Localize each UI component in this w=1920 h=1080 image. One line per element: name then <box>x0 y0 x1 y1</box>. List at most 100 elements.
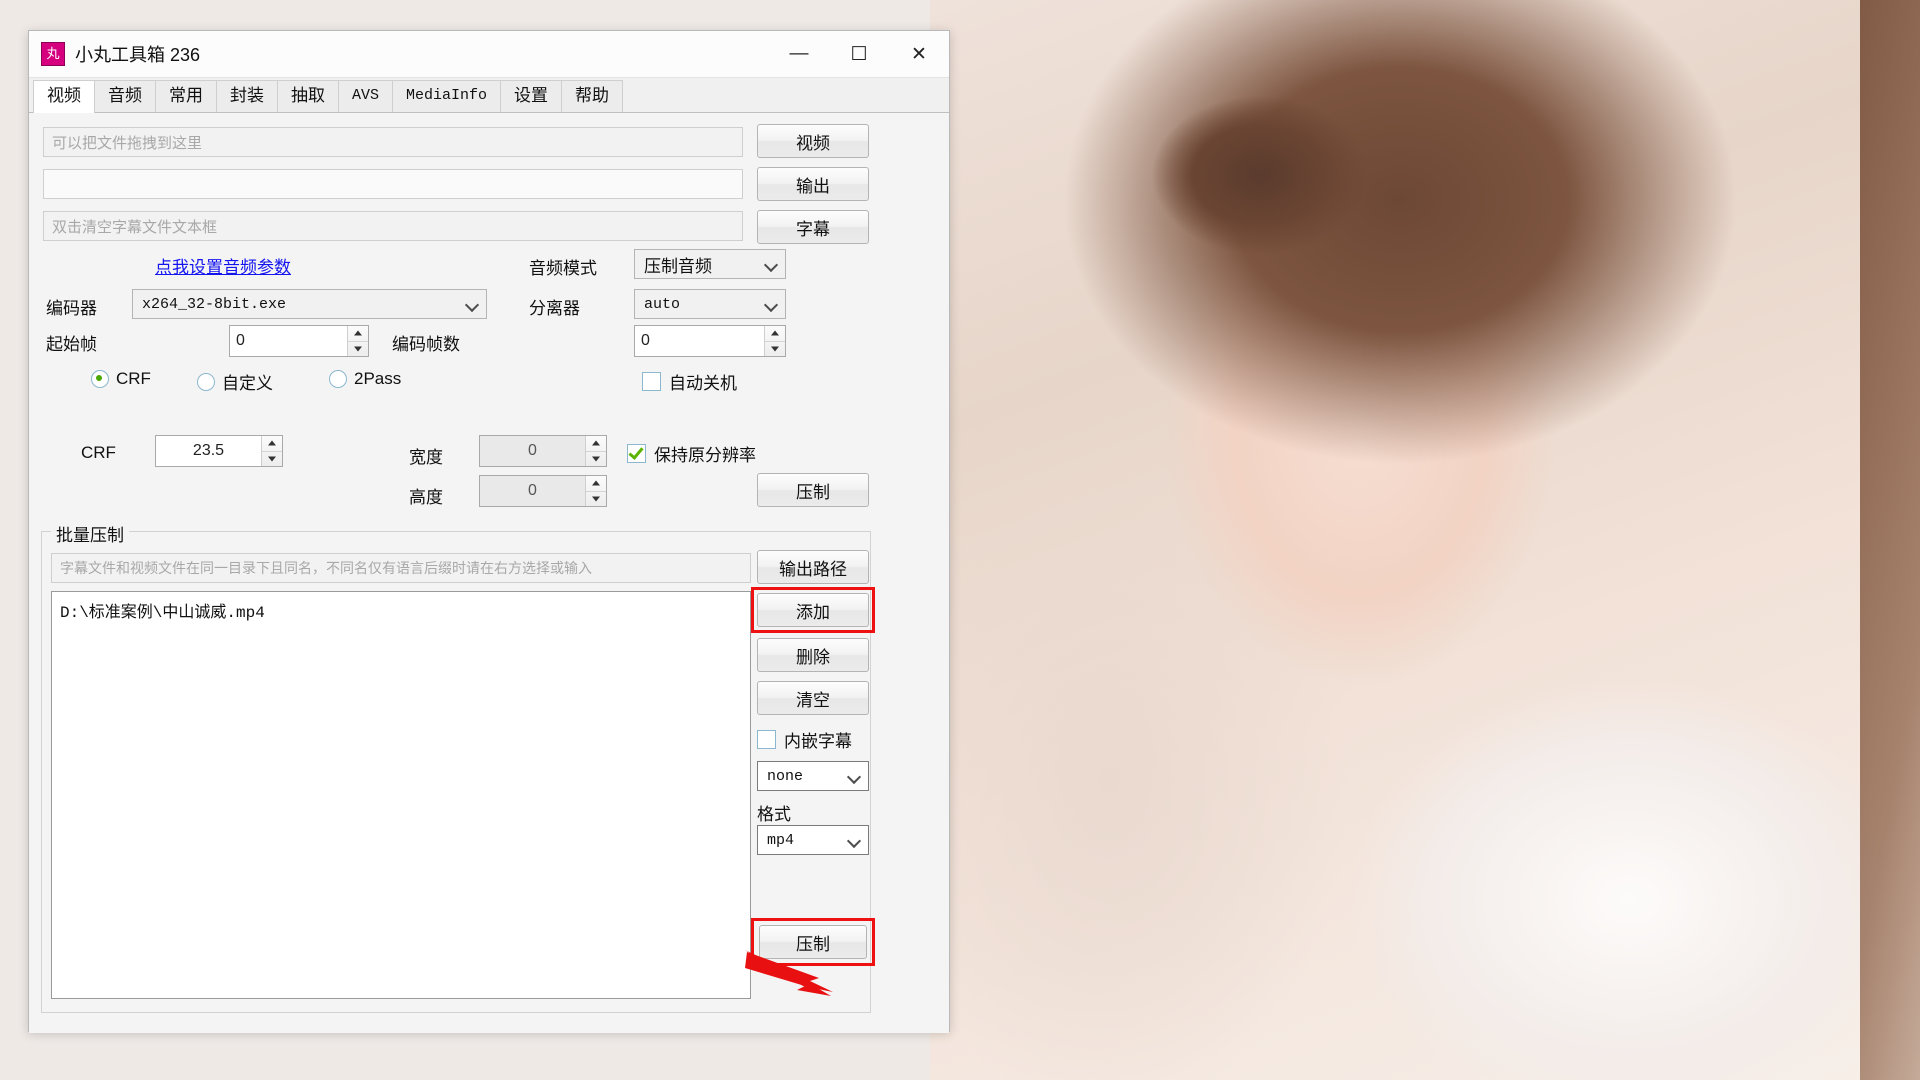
frame-count-label: 编码帧数 <box>392 335 460 354</box>
chevron-down-icon <box>763 256 779 272</box>
checkbox-indicator <box>627 444 646 463</box>
frame-count-value: 0 <box>641 332 650 349</box>
batch-group-title: 批量压制 <box>51 521 129 546</box>
stepper-down-icon[interactable] <box>586 492 606 507</box>
radio-indicator <box>197 372 215 391</box>
radio-crf[interactable]: CRF <box>91 369 151 389</box>
width-value: 0 <box>528 442 537 459</box>
audio-mode-select[interactable]: 压制音频 <box>634 249 786 279</box>
checkbox-indicator <box>642 372 661 391</box>
video-tab-panel: 可以把文件拖拽到这里 双击清空字幕文件文本框 视频 输出 字幕 点我设置音频参数… <box>29 113 949 1033</box>
close-icon[interactable]: ✕ <box>889 31 949 77</box>
maximize-icon[interactable]: ☐ <box>829 31 889 77</box>
add-button[interactable]: 添加 <box>757 593 869 627</box>
tab-help[interactable]: 帮助 <box>561 80 624 112</box>
stepper-arrows[interactable] <box>347 326 368 356</box>
app-logo-icon: 丸 <box>41 42 65 66</box>
delete-button[interactable]: 删除 <box>757 638 869 672</box>
tab-extract[interactable]: 抽取 <box>277 80 339 112</box>
start-frame-stepper[interactable]: 0 <box>229 325 369 357</box>
crf-value: 23.5 <box>192 442 225 459</box>
photo-hair-left <box>1860 0 1920 1080</box>
checkbox-keep-resolution[interactable]: 保持原分辨率 <box>627 441 756 466</box>
start-frame-value: 0 <box>236 332 245 349</box>
start-frame-label: 起始帧 <box>46 335 97 354</box>
tab-common[interactable]: 常用 <box>155 80 217 112</box>
stepper-up-icon[interactable] <box>262 436 282 452</box>
radio-indicator <box>329 370 347 388</box>
background-photo <box>930 0 1920 1080</box>
width-stepper[interactable]: 0 <box>479 435 607 467</box>
video-file-input[interactable]: 可以把文件拖拽到这里 <box>43 127 743 157</box>
list-item[interactable]: D:\标准案例\中山诚威.mp4 <box>60 598 742 622</box>
demuxer-value: auto <box>644 295 681 313</box>
chevron-down-icon <box>763 296 779 312</box>
format-value: mp4 <box>767 831 795 849</box>
stepper-up-icon[interactable] <box>586 436 606 452</box>
stepper-arrows[interactable] <box>585 436 606 466</box>
subtitle-browse-button[interactable]: 字幕 <box>757 210 869 244</box>
frame-count-stepper[interactable]: 0 <box>634 325 786 357</box>
subtitle-language-select[interactable]: none <box>757 761 869 791</box>
window-controls: — ☐ ✕ <box>769 31 949 77</box>
demuxer-select[interactable]: auto <box>634 289 786 319</box>
tab-video[interactable]: 视频 <box>33 80 95 113</box>
format-select[interactable]: mp4 <box>757 825 869 855</box>
width-label: 宽度 <box>409 448 443 467</box>
audio-mode-value: 压制音频 <box>644 256 712 276</box>
screen: 丸 小丸工具箱 236 — ☐ ✕ 视频 音频 常用 封装 抽取 AVS Med… <box>0 0 1920 1080</box>
output-path-button[interactable]: 输出路径 <box>757 550 869 584</box>
clear-button[interactable]: 清空 <box>757 681 869 715</box>
tab-avs[interactable]: AVS <box>338 80 394 112</box>
embed-subtitle-label: 内嵌字幕 <box>784 732 852 751</box>
checkbox-indicator <box>757 730 776 749</box>
encoder-select[interactable]: x264_32-8bit.exe <box>132 289 487 319</box>
stepper-down-icon[interactable] <box>348 342 368 357</box>
output-file-input[interactable] <box>43 169 743 199</box>
encoder-label: 编码器 <box>46 299 97 318</box>
pointer-arrow-icon <box>745 950 833 996</box>
radio-2pass[interactable]: 2Pass <box>329 369 401 389</box>
stepper-arrows[interactable] <box>585 476 606 506</box>
height-value: 0 <box>528 482 537 499</box>
tab-audio[interactable]: 音频 <box>94 80 156 112</box>
checkbox-embed-subtitle[interactable]: 内嵌字幕 <box>757 727 852 752</box>
auto-shutdown-label: 自动关机 <box>669 374 737 393</box>
encode-top-button[interactable]: 压制 <box>757 473 869 507</box>
encoder-value: x264_32-8bit.exe <box>142 295 287 313</box>
title-bar: 丸 小丸工具箱 236 — ☐ ✕ <box>29 31 949 78</box>
tab-mux[interactable]: 封装 <box>216 80 278 112</box>
stepper-down-icon[interactable] <box>586 452 606 467</box>
stepper-arrows[interactable] <box>764 326 785 356</box>
stepper-down-icon[interactable] <box>765 342 785 357</box>
app-window: 丸 小丸工具箱 236 — ☐ ✕ 视频 音频 常用 封装 抽取 AVS Med… <box>28 30 950 1033</box>
demuxer-label: 分离器 <box>529 299 580 318</box>
output-browse-button[interactable]: 输出 <box>757 167 869 201</box>
chevron-down-icon <box>846 768 862 784</box>
stepper-up-icon[interactable] <box>586 476 606 492</box>
crf-stepper[interactable]: 23.5 <box>155 435 283 467</box>
batch-hint-input[interactable]: 字幕文件和视频文件在同一目录下且同名，不同名仅有语言后缀时请在右方选择或输入 <box>51 553 751 583</box>
stepper-up-icon[interactable] <box>348 326 368 342</box>
tab-mediainfo[interactable]: MediaInfo <box>392 80 502 112</box>
stepper-up-icon[interactable] <box>765 326 785 342</box>
radio-crf-label: CRF <box>116 369 151 388</box>
crf-label: CRF <box>81 443 116 462</box>
radio-indicator <box>91 370 109 388</box>
stepper-down-icon[interactable] <box>262 452 282 467</box>
stepper-arrows[interactable] <box>261 436 282 466</box>
subtitle-file-input[interactable]: 双击清空字幕文件文本框 <box>43 211 743 241</box>
window-title: 小丸工具箱 236 <box>75 45 201 65</box>
checkbox-auto-shutdown[interactable]: 自动关机 <box>642 369 737 394</box>
radio-custom[interactable]: 自定义 <box>197 369 273 394</box>
radio-2pass-label: 2Pass <box>354 369 402 388</box>
tab-settings[interactable]: 设置 <box>500 80 563 112</box>
batch-file-list[interactable]: D:\标准案例\中山诚威.mp4 <box>51 591 751 999</box>
keep-resolution-label: 保持原分辨率 <box>654 446 756 465</box>
chevron-down-icon <box>464 296 480 312</box>
audio-params-link[interactable]: 点我设置音频参数 <box>155 253 291 278</box>
video-browse-button[interactable]: 视频 <box>757 124 869 158</box>
minimize-icon[interactable]: — <box>769 31 829 77</box>
height-stepper[interactable]: 0 <box>479 475 607 507</box>
tab-strip: 视频 音频 常用 封装 抽取 AVS MediaInfo 设置 帮助 <box>29 78 949 113</box>
